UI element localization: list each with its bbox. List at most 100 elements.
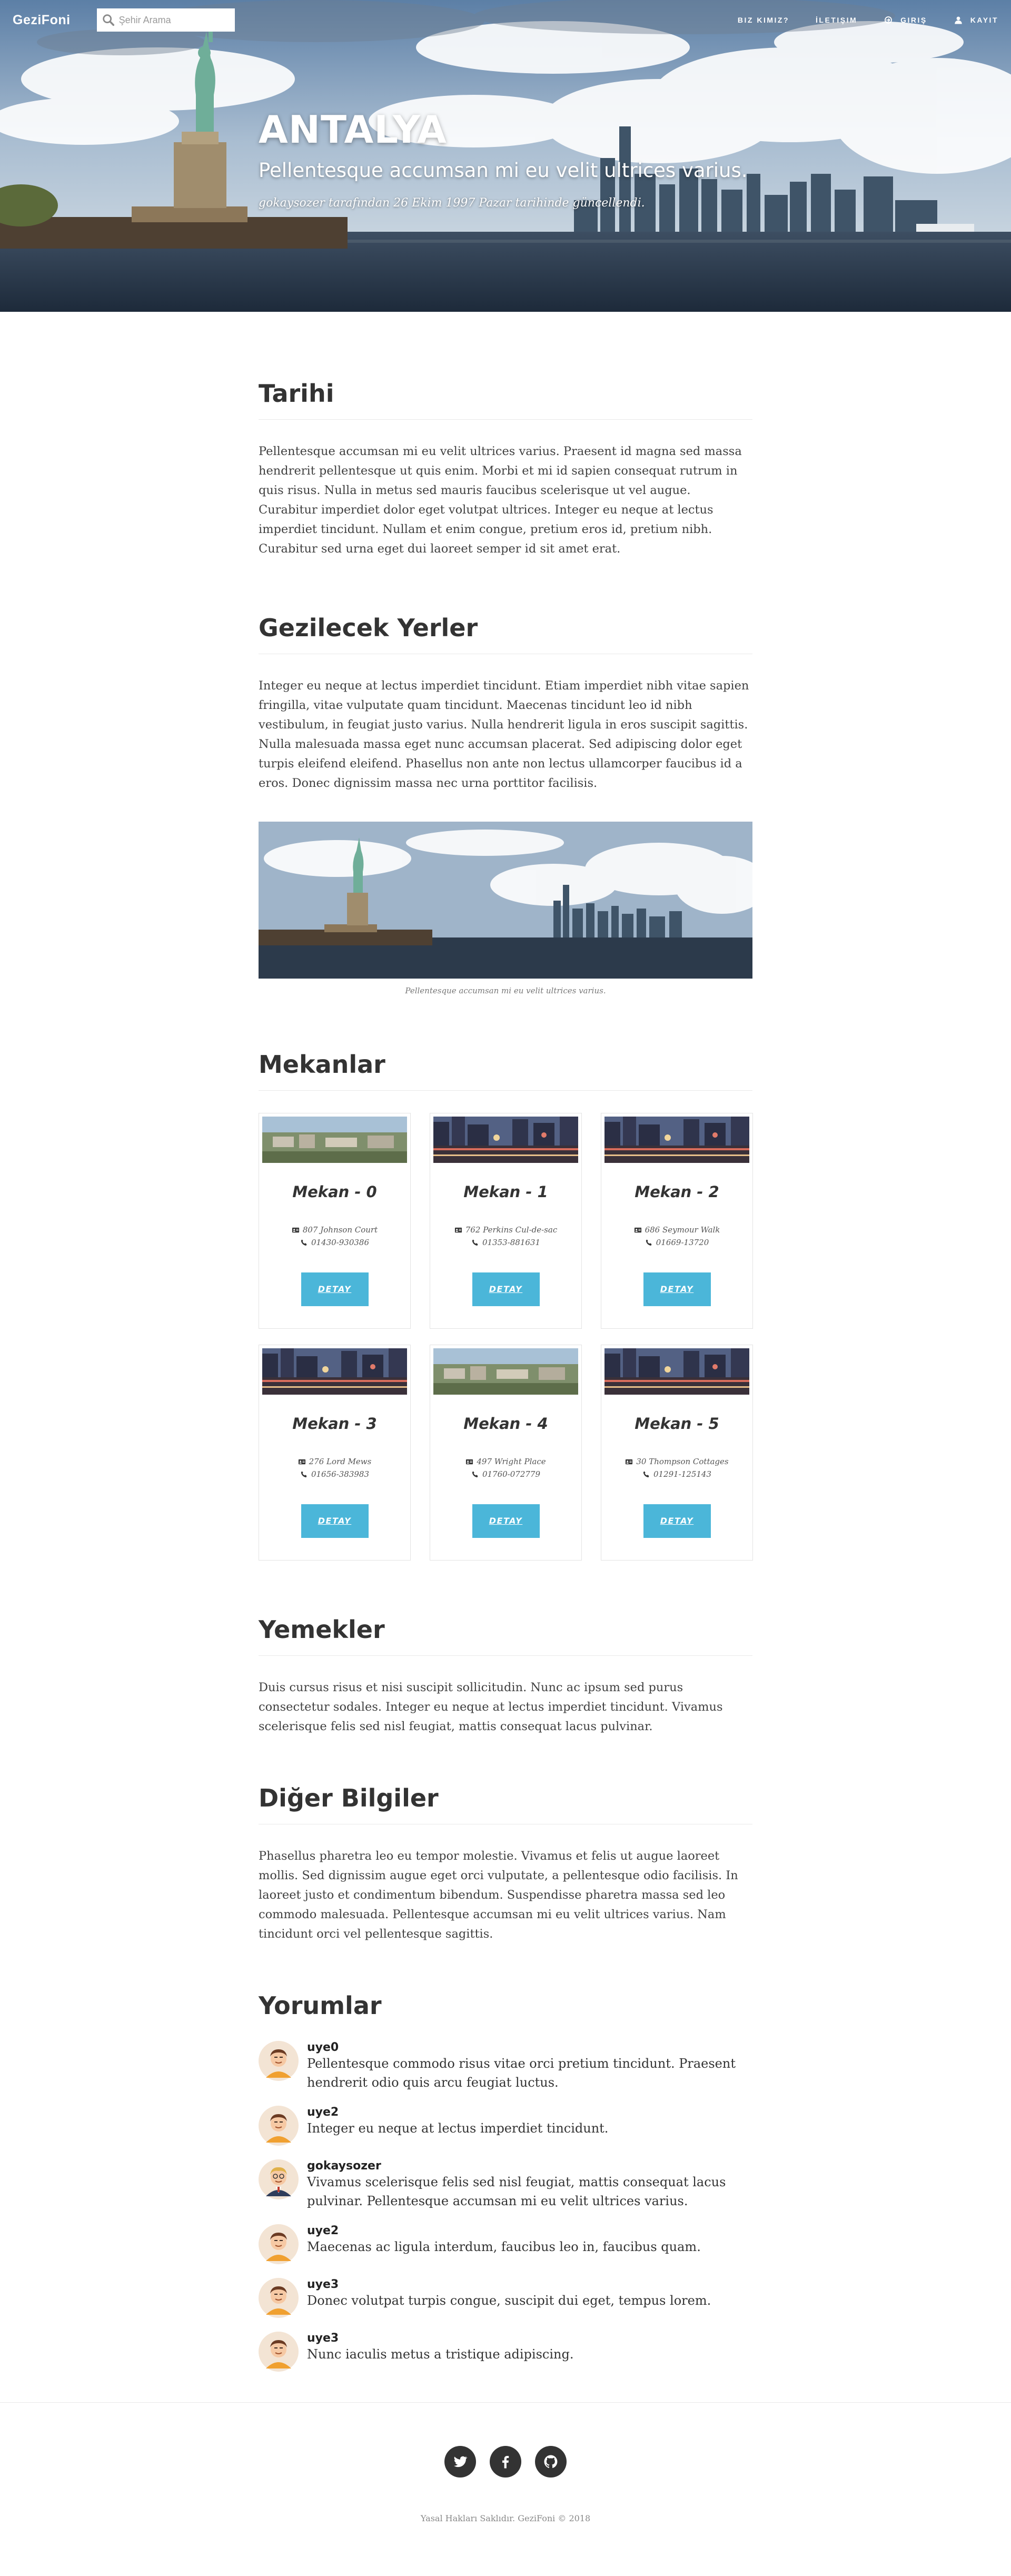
detay-button[interactable]: DETAY: [301, 1272, 369, 1306]
mekan-thumbnail: [604, 1117, 749, 1163]
mekan-thumbnail: [262, 1117, 407, 1163]
facebook-icon: [502, 2456, 509, 2469]
nav-link-login[interactable]: Giriş: [884, 15, 927, 25]
city-search-box[interactable]: [96, 8, 235, 32]
mekan-card: Mekan - 1 762 Perkins Cul-de-sac 01353-881…: [430, 1113, 582, 1329]
section-title-gezilecek: Gezilecek Yerler: [259, 614, 752, 654]
comment-item: uye2 Integer eu neque at lectus imperdiet…: [259, 2106, 752, 2146]
gezilecek-figure: Pellentesque accumsan mi eu velit ultric…: [259, 822, 752, 995]
figure-caption: Pellentesque accumsan mi eu velit ultric…: [405, 986, 606, 995]
detay-button[interactable]: DETAY: [301, 1504, 369, 1538]
address-card-icon: [634, 1227, 641, 1232]
footer: Yasal Hakları Saklıdır. GeziFoni © 2018: [0, 2402, 1011, 2576]
mekan-phone: 01760-072779: [433, 1469, 578, 1479]
nav-links: Biz Kimiz? İletişim Giriş Kayıt: [711, 15, 998, 25]
mekan-address: 807 Johnson Court: [262, 1225, 407, 1235]
nav-link-about[interactable]: Biz Kimiz?: [738, 16, 789, 24]
github-icon: [544, 2455, 558, 2468]
comment-username[interactable]: uye3: [307, 2332, 573, 2345]
address-card-icon: [292, 1227, 299, 1232]
mekan-phone: 01353-881631: [433, 1238, 578, 1247]
sign-in-icon: [885, 16, 893, 24]
mekan-phone-text: 01291-125143: [653, 1469, 712, 1479]
detay-button[interactable]: DETAY: [643, 1272, 711, 1306]
comment-body: uye0 Pellentesque commodo risus vitae orc…: [307, 2041, 752, 2092]
phone-icon: [472, 1239, 478, 1246]
hero-meta: gokaysozer tarafından 26 Ekim 1997 Pazar…: [259, 196, 645, 210]
brand-logo[interactable]: GeziFoni: [13, 13, 71, 28]
avatar: [259, 2332, 299, 2372]
comment-text: Donec volutpat turpis congue, suscipit d…: [307, 2293, 711, 2308]
mekan-card: Mekan - 2 686 Seymour Walk 01669-13720 DETA…: [601, 1113, 753, 1329]
section-text-tarihi: Pellentesque accumsan mi eu velit ultric…: [259, 445, 742, 556]
facebook-link[interactable]: [490, 2446, 521, 2478]
gezilecek-city-image: [259, 822, 752, 979]
section-title-diger: Diğer Bilgiler: [259, 1784, 752, 1824]
detay-button[interactable]: DETAY: [472, 1272, 540, 1306]
comment-item: uye0 Pellentesque commodo risus vitae orc…: [259, 2041, 752, 2092]
mekan-phone-text: 01353-881631: [482, 1238, 541, 1247]
hero-banner: ANTALYA Pellentesque accumsan mi eu veli…: [0, 0, 1011, 312]
comment-username[interactable]: uye3: [307, 2278, 711, 2291]
comment-username[interactable]: uye2: [307, 2224, 701, 2237]
nav-link-register[interactable]: Kayıt: [954, 15, 998, 25]
mekan-phone-text: 01669-13720: [656, 1238, 709, 1247]
mekan-phone: 01291-125143: [604, 1469, 749, 1479]
comment-item: uye2 Maecenas ac ligula interdum, faucibu…: [259, 2224, 752, 2264]
mekan-title: Mekan - 4: [463, 1415, 548, 1433]
section-text-yemekler: Duis cursus risus et nisi suscipit solli…: [259, 1681, 723, 1733]
comment-text: Vivamus scelerisque felis sed nisl feugi…: [307, 2175, 726, 2208]
nav-link-contact-label: İletişim: [816, 16, 858, 24]
mekanlar-grid: Mekan - 0 807 Johnson Court 01430-930386 DE…: [259, 1113, 753, 1561]
comment-username[interactable]: gokaysozer: [307, 2159, 752, 2173]
mekan-title: Mekan - 5: [635, 1415, 719, 1433]
detay-button[interactable]: DETAY: [643, 1504, 711, 1538]
twitter-link[interactable]: [444, 2446, 476, 2478]
mekan-thumbnail: [262, 1348, 407, 1395]
mekan-card: Mekan - 0 807 Johnson Court 01430-930386 DE…: [259, 1113, 411, 1329]
mekan-phone-text: 01430-930386: [311, 1238, 370, 1247]
phone-icon: [643, 1470, 649, 1477]
comment-body: uye2 Maecenas ac ligula interdum, faucibu…: [307, 2224, 701, 2256]
mekan-address: 497 Wright Place: [433, 1457, 578, 1466]
mekan-address-text: 762 Perkins Cul-de-sac: [465, 1225, 558, 1235]
main-content: Tarihi Pellentesque accumsan mi eu velit…: [259, 312, 753, 2372]
top-navbar: GeziFoni Biz Kimiz? İletişim Giriş Kayı: [0, 0, 1011, 40]
mekan-address-text: 807 Johnson Court: [302, 1225, 378, 1235]
comment-username[interactable]: uye2: [307, 2106, 608, 2119]
github-link[interactable]: [535, 2446, 567, 2478]
comment-username[interactable]: uye0: [307, 2041, 752, 2054]
mekan-address: 30 Thompson Cottages: [604, 1457, 749, 1466]
avatar: [259, 2224, 299, 2264]
mekan-phone: 01656-383983: [262, 1469, 407, 1479]
comments-list: uye0 Pellentesque commodo risus vitae orc…: [259, 2041, 752, 2372]
mekan-address: 762 Perkins Cul-de-sac: [433, 1225, 578, 1235]
address-card-icon: [626, 1459, 633, 1464]
city-search-input[interactable]: [118, 8, 230, 32]
comment-item: gokaysozer Vivamus scelerisque felis sed …: [259, 2159, 752, 2210]
mekan-thumbnail: [433, 1348, 578, 1395]
comment-text: Pellentesque commodo risus vitae orci pr…: [307, 2056, 736, 2090]
comment-body: uye3 Donec volutpat turpis congue, suscip…: [307, 2278, 711, 2310]
hero-text: ANTALYA Pellentesque accumsan mi eu veli…: [259, 111, 764, 210]
mekan-title: Mekan - 0: [292, 1183, 377, 1201]
avatar: [259, 2278, 299, 2318]
twitter-icon: [454, 2456, 468, 2468]
section-title-mekanlar: Mekanlar: [259, 1050, 752, 1091]
avatar: [259, 2106, 299, 2146]
comment-text: Nunc iaculis metus a tristique adipiscin…: [307, 2347, 574, 2362]
mekan-address-text: 497 Wright Place: [477, 1457, 546, 1466]
avatar: [259, 2159, 299, 2199]
comment-text: Integer eu neque at lectus imperdiet tin…: [307, 2121, 609, 2136]
nav-link-contact[interactable]: İletişim: [816, 16, 857, 24]
detay-button[interactable]: DETAY: [472, 1504, 540, 1538]
phone-icon: [301, 1239, 307, 1246]
comment-body: gokaysozer Vivamus scelerisque felis sed …: [307, 2159, 752, 2210]
mekan-phone: 01430-930386: [262, 1238, 407, 1247]
mekan-address: 686 Seymour Walk: [604, 1225, 749, 1235]
address-card-icon: [466, 1459, 473, 1464]
hero-subtitle: Pellentesque accumsan mi eu velit ultric…: [259, 159, 748, 182]
copyright-text: Yasal Hakları Saklıdır. GeziFoni © 2018: [420, 2513, 591, 2523]
mekan-thumbnail: [604, 1348, 749, 1395]
mekan-card: Mekan - 4 497 Wright Place 01760-072779 DET…: [430, 1345, 582, 1561]
